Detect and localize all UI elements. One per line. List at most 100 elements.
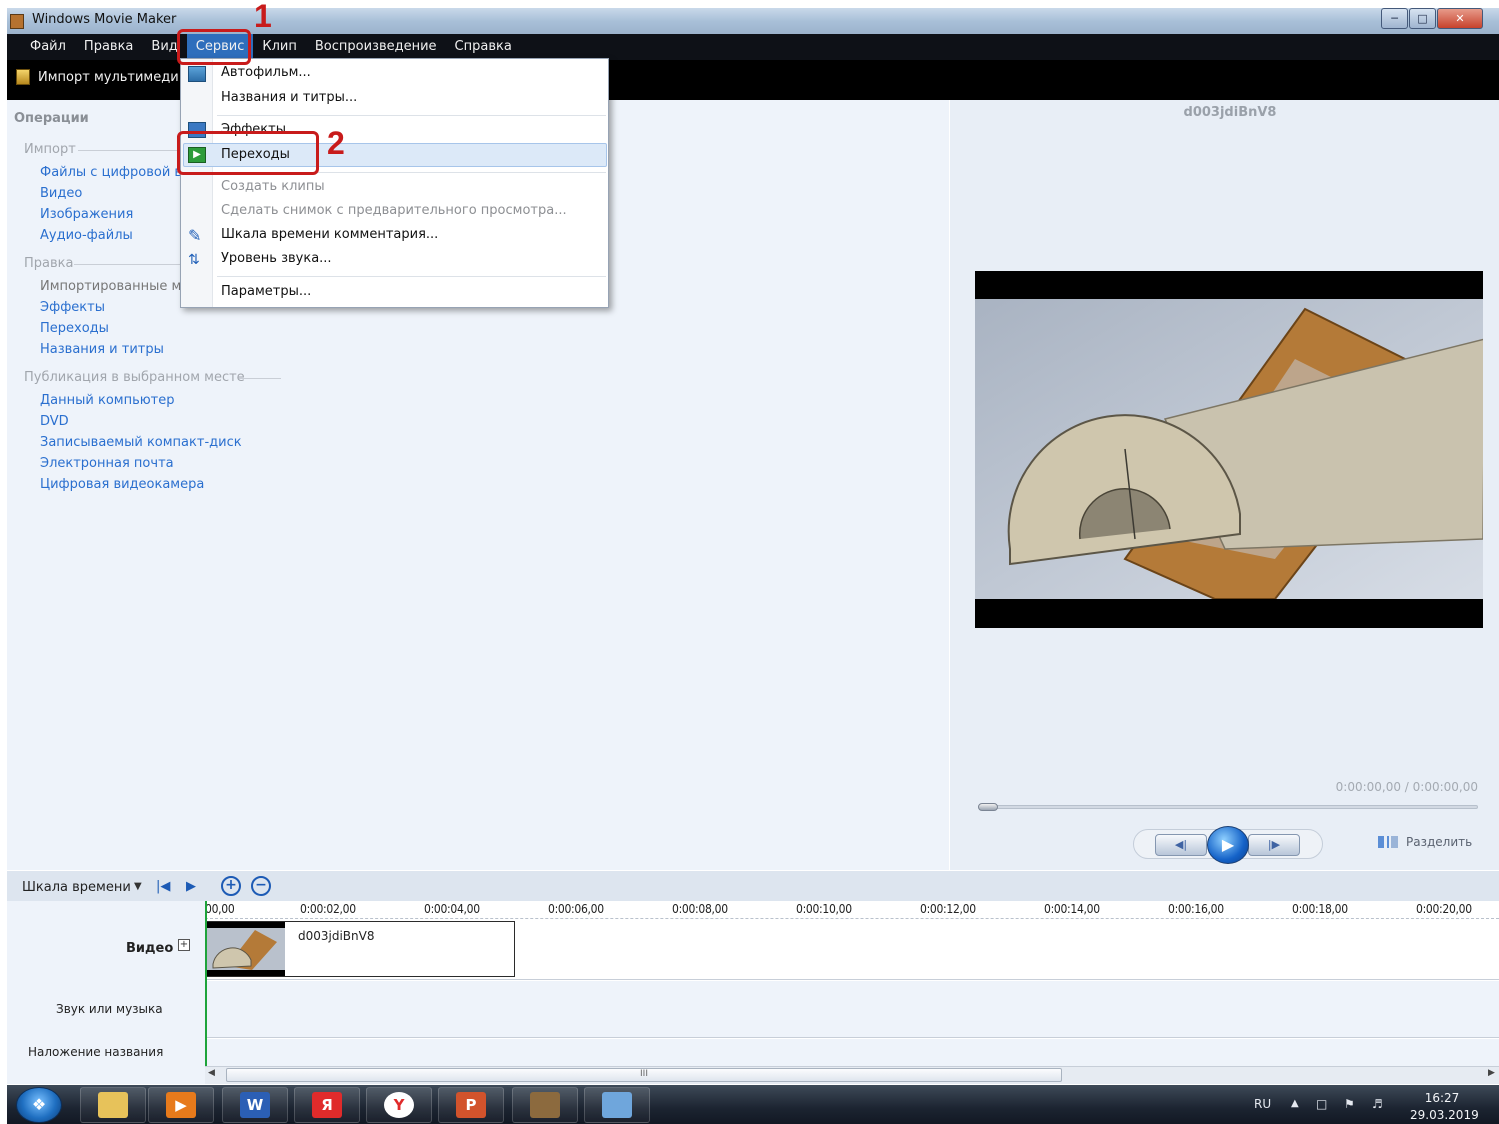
play-button[interactable]: ▶ <box>1207 826 1249 864</box>
annotation-number-2: 2 <box>327 125 345 161</box>
menu-item-titles[interactable]: Названия и титры... <box>221 90 357 105</box>
ruler-tick: 0:00:08,00 <box>672 902 728 916</box>
ruler-tick: 0:00:16,00 <box>1168 902 1224 916</box>
yandex-browser-icon: Y <box>384 1092 414 1118</box>
imported-media-link[interactable]: Импортированные м <box>40 279 181 294</box>
import-digital-camera-link[interactable]: Файлы с цифровой в <box>40 165 182 180</box>
paint-icon <box>602 1092 632 1118</box>
audio-track[interactable] <box>207 981 1499 1038</box>
import-video-link[interactable]: Видео <box>40 186 82 201</box>
split-label: Разделить <box>1406 835 1473 849</box>
menu-icon-gutter <box>181 59 213 307</box>
menu-item-narrate-timeline[interactable]: Шкала времени комментария... <box>221 227 438 242</box>
audio-track-label: Звук или музыка <box>56 1002 163 1016</box>
effects-link[interactable]: Эффекты <box>40 300 105 315</box>
seek-bar[interactable] <box>978 805 1478 809</box>
rewind-icon[interactable]: |◀ <box>156 879 170 894</box>
timeline-view-label[interactable]: Шкала времени <box>22 880 131 895</box>
previous-frame-button[interactable]: ◀| <box>1155 834 1207 856</box>
menu-separator <box>217 276 606 277</box>
publish-cd-link[interactable]: Записываемый компакт-диск <box>40 435 242 450</box>
expand-track-icon[interactable]: + <box>178 939 190 951</box>
publish-computer-link[interactable]: Данный компьютер <box>40 393 175 408</box>
powerpoint-icon: P <box>456 1092 486 1118</box>
next-frame-button[interactable]: |▶ <box>1248 834 1300 856</box>
preview-clip-name: d003jdiBnV8 <box>1183 105 1277 120</box>
titles-link[interactable]: Названия и титры <box>40 342 164 357</box>
taskbar-powerpoint[interactable]: P <box>438 1087 504 1123</box>
taskbar-explorer[interactable] <box>80 1087 146 1123</box>
import-media-button[interactable]: Импорт мультимеди <box>16 69 179 85</box>
split-icon <box>1378 836 1398 848</box>
window-title: Windows Movie Maker <box>32 12 177 27</box>
volume-icon[interactable]: ♬ <box>1372 1097 1383 1111</box>
edit-section-title: Правка <box>24 256 74 271</box>
maximize-button[interactable]: □ <box>1409 8 1436 29</box>
automovie-icon <box>188 66 206 82</box>
word-icon: W <box>240 1092 270 1118</box>
menu-item-take-snapshot: Сделать снимок с предварительного просмо… <box>221 203 567 218</box>
ruler-tick: 0:00:10,00 <box>796 902 852 916</box>
overlay-track-label: Наложение названия <box>28 1045 164 1059</box>
import-audio-link[interactable]: Аудио-файлы <box>40 228 133 243</box>
zoom-out-icon[interactable]: − <box>251 876 271 896</box>
tasks-pane-title: Операции <box>14 111 89 126</box>
media-player-icon: ▶ <box>166 1092 196 1118</box>
ruler-tick: 0:00:06,00 <box>548 902 604 916</box>
zoom-in-icon[interactable]: + <box>221 876 241 896</box>
minimize-button[interactable]: ─ <box>1381 8 1408 29</box>
taskbar-movie-maker[interactable] <box>512 1087 578 1123</box>
annotation-box-1 <box>177 29 251 65</box>
taskbar-paint[interactable] <box>584 1087 650 1123</box>
playback-time: 0:00:00,00 / 0:00:00,00 <box>1335 780 1478 794</box>
menu-item-audio-levels[interactable]: Уровень звука... <box>221 251 332 266</box>
title-overlay-track[interactable] <box>207 1039 1499 1066</box>
action-center-flag-icon[interactable]: ⚑ <box>1344 1097 1355 1111</box>
publish-camcorder-link[interactable]: Цифровая видеокамера <box>40 477 204 492</box>
ruler-tick: 0:00:04,00 <box>424 902 480 916</box>
scroll-thumb[interactable]: III <box>226 1068 1062 1082</box>
chevron-down-icon[interactable]: ▼ <box>134 881 142 892</box>
menu-edit[interactable]: Правка <box>75 34 142 60</box>
section-divider <box>239 378 281 379</box>
menu-item-options[interactable]: Параметры... <box>221 284 311 299</box>
split-button[interactable]: Разделить <box>1378 835 1472 849</box>
ruler-tick: 00,00 <box>205 902 235 916</box>
network-icon[interactable]: □ <box>1316 1097 1327 1111</box>
audio-levels-icon: ⇅ <box>188 252 200 268</box>
preview-frame-image <box>975 299 1483 599</box>
taskbar-yandex-browser[interactable]: Y <box>366 1087 432 1123</box>
taskbar-word[interactable]: W <box>222 1087 288 1123</box>
system-clock[interactable]: 16:27 29.03.2019 <box>1410 1090 1479 1124</box>
yandex-icon: Я <box>312 1092 342 1118</box>
import-section-title: Импорт <box>24 142 76 157</box>
publish-section-title: Публикация в выбранном месте <box>24 370 245 385</box>
ruler-tick: 0:00:14,00 <box>1044 902 1100 916</box>
menu-file[interactable]: Файл <box>21 34 75 60</box>
publish-dvd-link[interactable]: DVD <box>40 414 69 429</box>
menu-help[interactable]: Справка <box>446 34 521 60</box>
section-divider <box>74 264 184 265</box>
annotation-box-2 <box>177 131 319 175</box>
import-images-link[interactable]: Изображения <box>40 207 133 222</box>
transitions-link[interactable]: Переходы <box>40 321 109 336</box>
taskbar-yandex[interactable]: Я <box>294 1087 360 1123</box>
clock-date: 29.03.2019 <box>1410 1108 1479 1122</box>
scroll-right-icon[interactable]: ▶ <box>1488 1068 1495 1078</box>
play-timeline-icon[interactable]: ▶ <box>186 879 196 894</box>
menu-playback[interactable]: Воспроизведение <box>306 34 446 60</box>
playhead[interactable] <box>205 901 207 1084</box>
seek-thumb[interactable] <box>978 803 998 811</box>
publish-email-link[interactable]: Электронная почта <box>40 456 174 471</box>
menu-clip[interactable]: Клип <box>253 34 306 60</box>
ruler-tick: 0:00:02,00 <box>300 902 356 916</box>
section-divider <box>78 150 188 151</box>
taskbar-media-player[interactable]: ▶ <box>148 1087 214 1123</box>
scroll-left-icon[interactable]: ◀ <box>208 1068 215 1078</box>
close-button[interactable]: ✕ <box>1437 8 1483 29</box>
menu-item-automovie[interactable]: Автофильм... <box>221 65 311 80</box>
start-button[interactable]: ❖ <box>16 1087 62 1123</box>
movie-maker-icon <box>530 1092 560 1118</box>
language-indicator[interactable]: RU <box>1254 1097 1271 1111</box>
show-hidden-icons-icon[interactable]: ▲ <box>1291 1098 1299 1109</box>
